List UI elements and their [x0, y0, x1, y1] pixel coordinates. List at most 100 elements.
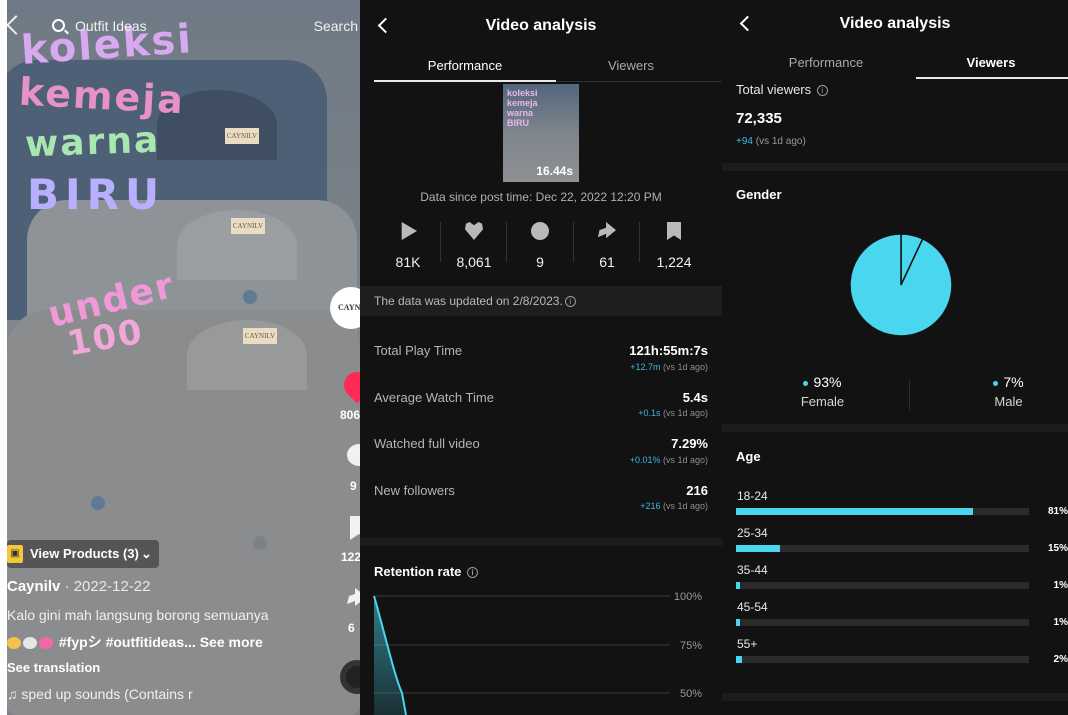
- heart-emoji-icon: [39, 637, 53, 650]
- chevron-down-icon[interactable]: ⌄: [141, 546, 152, 562]
- page-title: Video analysis: [839, 15, 951, 32]
- gender-label: Male: [994, 394, 1023, 409]
- age-label: 25-34: [737, 526, 768, 540]
- shirt-tag: CAYNILV: [231, 218, 265, 234]
- delta-suffix: (vs 1d ago): [660, 362, 708, 372]
- age-bar: [736, 545, 780, 552]
- stat-comments: 9: [505, 222, 575, 270]
- tab-performance[interactable]: Performance: [736, 55, 916, 70]
- total-viewers-delta: +94 (vs 1d ago): [736, 136, 806, 147]
- legend-dot: [803, 380, 809, 386]
- performance-panel: Video analysis Performance Viewers kolek…: [360, 0, 722, 715]
- age-bar: [736, 582, 740, 589]
- tab-viewers[interactable]: Viewers: [556, 58, 706, 73]
- gender-female: 93% Female: [736, 374, 909, 409]
- shirt-button: [243, 290, 257, 304]
- gender-pct: 7%: [922, 374, 1068, 390]
- like-count: 806: [340, 408, 360, 422]
- stat-likes: 8,061: [439, 222, 509, 270]
- divider: [909, 380, 910, 410]
- age-bar-track: [736, 582, 1029, 589]
- age-bar: [736, 656, 742, 663]
- tab-viewers[interactable]: Viewers: [916, 55, 1066, 70]
- share-count: 6: [348, 621, 355, 635]
- play-icon: [401, 222, 417, 240]
- metric-label: Total Play Time: [374, 343, 463, 358]
- delta-value: +0.01%: [629, 455, 661, 465]
- hashtag-line: #fypシ #outfitideas... See more: [7, 632, 263, 652]
- stat-shares: 61: [572, 222, 642, 270]
- see-more-link[interactable]: See more: [200, 634, 263, 650]
- section-separator: [722, 693, 1068, 701]
- metric-delta: +12.7m (vs 1d ago): [630, 362, 708, 372]
- video-thumbnail[interactable]: koleksi kemeja warna BIRU 16.44s: [503, 84, 579, 182]
- comment-count: 9: [350, 479, 357, 493]
- metric-label: New followers: [374, 483, 455, 498]
- info-icon[interactable]: i: [816, 85, 828, 97]
- delta-suffix: (vs 1d ago): [660, 501, 708, 511]
- overlay-text: BIRU: [27, 170, 166, 219]
- delta-value: +216: [640, 501, 661, 511]
- stat-value: 81K: [395, 254, 421, 270]
- thumbnail-text-line: warna: [507, 108, 534, 118]
- hashtags[interactable]: #fypシ #outfitideas...: [59, 634, 196, 650]
- section-separator: [722, 163, 1068, 171]
- comment-icon: [531, 222, 549, 240]
- delta-value: +12.7m: [630, 362, 661, 372]
- tick-label: 50%: [680, 688, 702, 700]
- info-icon[interactable]: i: [564, 296, 576, 308]
- view-products-label[interactable]: View Products (3): [30, 546, 139, 561]
- stat-value: 61: [599, 254, 615, 270]
- video-duration: 16.44s: [536, 164, 573, 178]
- metric-label: Average Watch Time: [374, 390, 494, 405]
- search-button[interactable]: Search: [314, 18, 358, 34]
- updated-label: The data was updated on 2/8/2023.: [374, 294, 563, 308]
- back-icon[interactable]: [7, 15, 26, 35]
- data-since-text: Data since post time: Dec 22, 2022 12:20…: [420, 190, 662, 204]
- viewers-panel: Video analysis Performance Viewers Total…: [722, 0, 1068, 715]
- age-pct: 2%: [1053, 654, 1068, 665]
- delta-value: +0.1s: [638, 408, 661, 418]
- age-pct: 1%: [1053, 617, 1068, 628]
- search-bar[interactable]: Outfit Ideas Search: [7, 8, 360, 35]
- thumbnail-text-line: BIRU: [507, 118, 529, 128]
- metric-value: 5.4s: [682, 390, 708, 405]
- tab-divider: [556, 81, 722, 82]
- sound-line[interactable]: ♫ sped up sounds (Contains r: [7, 686, 193, 702]
- heart-icon: [465, 222, 483, 240]
- thumbnail-text-line: koleksi: [507, 88, 538, 98]
- emoji-icon: [7, 637, 21, 650]
- updated-text: The data was updated on 2/8/2023. i: [374, 294, 576, 308]
- info-icon[interactable]: i: [467, 567, 479, 579]
- active-tab-indicator: [916, 77, 1068, 79]
- shirt-button: [91, 496, 105, 510]
- post-date: · 2022-12-22: [60, 578, 151, 595]
- search-query[interactable]: Outfit Ideas: [75, 18, 147, 34]
- stat-views: 81K: [373, 222, 443, 270]
- thumbnail-text-line: kemeja: [507, 98, 538, 108]
- age-bar-track: [736, 656, 1029, 663]
- see-translation-link[interactable]: See translation: [7, 660, 100, 675]
- tab-performance[interactable]: Performance: [374, 58, 556, 73]
- author-line[interactable]: Caynilv · 2022-12-22: [7, 578, 150, 595]
- age-label: 35-44: [737, 563, 768, 577]
- metric-value: 121h:55m:7s: [629, 343, 708, 358]
- tiktok-video-panel[interactable]: CAYNILV CAYNILV CAYNILV koleksi kemeja w…: [7, 0, 360, 715]
- legend-dot: [993, 380, 999, 386]
- age-pct: 1%: [1053, 580, 1068, 591]
- age-bar-track: [736, 619, 1029, 626]
- retention-title: Retention rate i: [374, 564, 479, 579]
- total-viewers-value: 72,335: [736, 110, 782, 127]
- sound-name[interactable]: sped up sounds (Contains r: [21, 686, 192, 702]
- bookmark-icon: [667, 222, 681, 240]
- total-viewers-label: Total viewers i: [736, 82, 828, 97]
- metric-delta: +0.1s (vs 1d ago): [638, 408, 708, 418]
- delta-suffix: (vs 1d ago): [660, 408, 708, 418]
- tick-label: 75%: [680, 640, 702, 652]
- music-note-icon: ♫: [7, 686, 22, 702]
- gender-pie-chart: [849, 233, 953, 337]
- active-tab-indicator: [374, 80, 556, 82]
- author-name[interactable]: Caynilv: [7, 578, 60, 595]
- bookmark-count: 122: [341, 550, 360, 564]
- search-icon: [52, 19, 65, 32]
